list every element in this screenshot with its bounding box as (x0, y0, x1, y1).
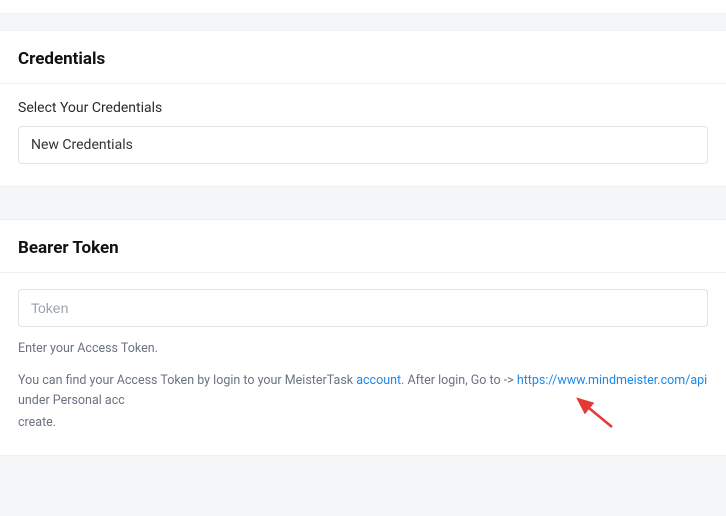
top-band (0, 0, 726, 14)
token-helper-2: You can find your Access Token by login … (18, 371, 708, 411)
gap (0, 14, 726, 30)
credentials-title: Credentials (18, 49, 708, 69)
panel-header-bearer: Bearer Token (0, 220, 726, 273)
panel-body-bearer: Enter your Access Token. You can find yo… (0, 273, 726, 455)
bottom-gap (0, 456, 726, 516)
credentials-select[interactable]: New Credentials (18, 126, 708, 164)
gap (0, 187, 726, 219)
helper2-suffix: under Personal acc (18, 393, 125, 408)
credentials-select-value: New Credentials (31, 137, 133, 153)
token-helper-1: Enter your Access Token. (18, 339, 708, 359)
token-helper-3: create. (18, 413, 708, 433)
panel-bearer: Bearer Token Enter your Access Token. Yo… (0, 219, 726, 456)
panel-body-credentials: Select Your Credentials New Credentials (0, 84, 726, 186)
helper2-prefix: You can find your Access Token by login … (18, 373, 356, 388)
api-link[interactable]: https://www.mindmeister.com/api (517, 373, 707, 388)
bearer-title: Bearer Token (18, 238, 708, 258)
helper2-mid: . After login, Go to -> (401, 373, 517, 388)
panel-header-credentials: Credentials (0, 31, 726, 84)
account-link[interactable]: account (356, 373, 401, 388)
panel-credentials: Credentials Select Your Credentials New … (0, 30, 726, 187)
token-input[interactable] (18, 289, 708, 327)
credentials-select-label: Select Your Credentials (18, 100, 708, 116)
